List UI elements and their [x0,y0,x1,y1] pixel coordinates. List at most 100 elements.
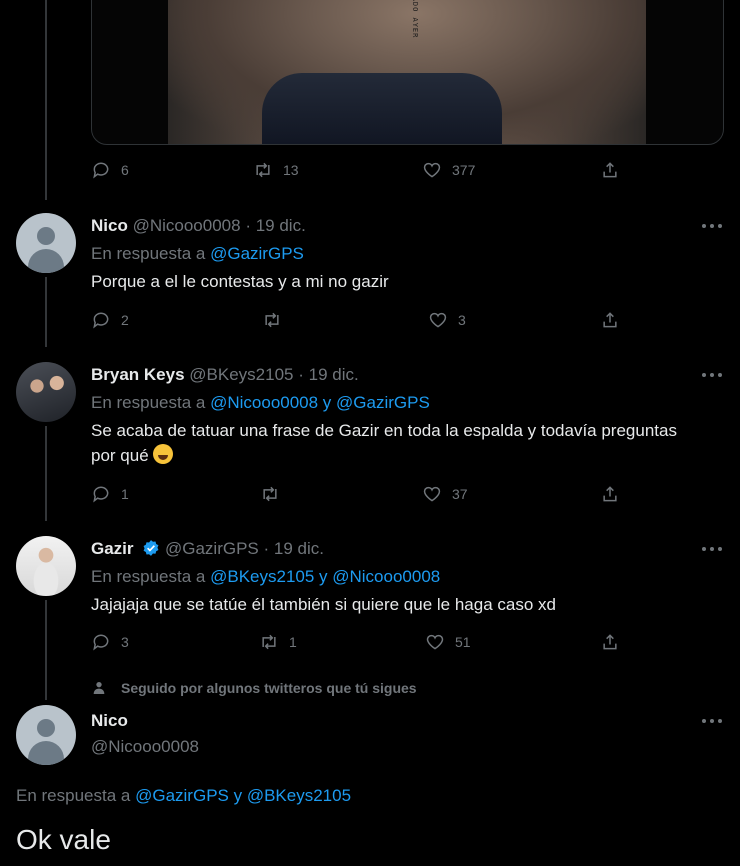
like-button[interactable]: 377 [422,160,475,180]
like-button[interactable]: 37 [422,484,468,504]
main-tweet: Nico @Nicooo0008 [0,703,740,783]
retweet-icon [263,486,277,502]
reply-context: En respuesta a @BKeys2105 y @Nicooo0008 [91,567,440,587]
tweet-text: Se acaba de tatuar una frase de Gazir en… [91,421,677,465]
top-tweet-actions: 6 13 377 [91,160,631,184]
avatar-head [37,227,55,245]
display-name[interactable]: Nico [91,711,128,730]
reply-to-link[interactable]: @BKeys2105 y @Nicooo0008 [210,567,440,586]
avatar[interactable] [16,705,76,765]
tweet-actions: 1 37 [91,484,631,508]
heart-icon [423,162,441,178]
share-icon [603,486,617,502]
tweet-date[interactable]: 19 dic. [274,539,324,558]
reply-prefix: En respuesta a [16,786,131,805]
share-button[interactable] [600,632,620,652]
separator-dot: · [298,365,304,384]
reply-prefix: En respuesta a [91,567,206,586]
rolling-laughing-emoji-icon [153,444,174,464]
more-options-button[interactable] [700,216,724,236]
share-button[interactable] [600,160,620,180]
handle[interactable]: @Nicooo0008 [133,216,241,235]
tweet-date[interactable]: 19 dic. [256,216,306,235]
main-reply-context: En respuesta a @GazirGPS y @BKeys2105 [16,786,351,806]
reply-count: 3 [121,634,129,650]
avatar-body [28,741,64,765]
heart-icon [423,486,441,502]
tweet-actions: 2 3 [91,310,631,334]
main-tweet-text: Ok vale [16,824,111,855]
social-context-text: Seguido por algunos twitteros que tú sig… [121,680,417,696]
main-display-name[interactable]: Nico [91,711,128,731]
reply-context: En respuesta a @GazirGPS [91,244,304,264]
reply-context: En respuesta a @Nicooo0008 y @GazirGPS [91,393,430,413]
more-options-button[interactable] [700,365,724,385]
handle[interactable]: @BKeys2105 [189,365,293,384]
reply-icon [93,486,109,503]
reply-button[interactable]: 2 [91,310,129,330]
retweet-count: 1 [289,634,297,650]
tweet-date[interactable]: 19 dic. [309,365,359,384]
share-icon [603,312,617,328]
share-icon [603,162,617,178]
retweet-icon [265,312,279,328]
tweet-header: Bryan Keys @BKeys2105 · 19 dic. [91,365,359,385]
display-name[interactable]: Gazir [91,539,134,558]
tweet-actions: 3 1 51 [91,632,631,656]
tweet-gazir[interactable]: Gazir @GazirGPS · 19 dic. En respuesta a… [0,533,740,663]
tweet-text: Jajajaja que se tatúe él también si quie… [91,595,556,614]
reply-count: 6 [121,162,129,178]
reply-icon [93,162,109,179]
separator-dot: · [263,539,270,558]
reply-count: 1 [121,486,129,502]
reply-prefix: En respuesta a [91,393,206,412]
retweet-button[interactable] [262,310,292,330]
retweet-icon [262,634,276,650]
display-name[interactable]: Bryan Keys [91,365,185,384]
like-count: 51 [455,634,471,650]
retweet-count: 13 [283,162,299,178]
reply-prefix: En respuesta a [91,244,206,263]
tweet-text: Porque a el le contestas y a mi no gazir [91,272,389,291]
reply-to-link[interactable]: @Nicooo0008 y @GazirGPS [210,393,430,412]
retweet-button[interactable]: 13 [253,160,299,180]
heart-icon [429,312,447,328]
handle[interactable]: @GazirGPS [165,539,259,558]
tweet-media-image[interactable]: DORADO AYER [91,0,724,145]
like-button[interactable]: 3 [428,310,466,330]
media-tattoo-text: DORADO AYER [411,0,419,39]
retweet-button[interactable]: 1 [259,632,297,652]
social-context: Seguido por algunos twitteros que tú sig… [91,680,417,696]
heart-icon [426,634,444,650]
reply-button[interactable]: 6 [91,160,129,180]
like-count: 3 [458,312,466,328]
thread-line [45,0,47,200]
person-icon [93,682,105,694]
tweet-nico[interactable]: Nico @Nicooo0008 · 19 dic. En respuesta … [0,210,740,340]
retweet-button[interactable] [260,484,290,504]
media-pants [262,73,502,144]
like-button[interactable]: 51 [425,632,471,652]
reply-to-link[interactable]: @GazirGPS [210,244,304,263]
share-icon [603,634,617,650]
like-count: 377 [452,162,476,178]
reply-icon [93,634,109,651]
retweet-icon [256,162,270,178]
reply-count: 2 [121,312,129,328]
tweet-header: Nico @Nicooo0008 · 19 dic. [91,216,306,236]
more-options-button[interactable] [700,539,724,559]
tweet-bryan-keys[interactable]: Bryan Keys @BKeys2105 · 19 dic. En respu… [0,359,740,514]
avatar[interactable] [16,536,76,596]
display-name[interactable]: Nico [91,216,128,235]
verified-badge-icon [143,540,159,556]
share-button[interactable] [600,310,620,330]
main-handle[interactable]: @Nicooo0008 [91,737,199,757]
more-options-button[interactable] [700,711,724,731]
avatar[interactable] [16,362,76,422]
reply-button[interactable]: 1 [91,484,129,504]
share-button[interactable] [600,484,620,504]
reply-button[interactable]: 3 [91,632,129,652]
avatar[interactable] [16,213,76,273]
avatar-head [37,719,55,737]
reply-to-link[interactable]: @GazirGPS y @BKeys2105 [135,786,351,805]
